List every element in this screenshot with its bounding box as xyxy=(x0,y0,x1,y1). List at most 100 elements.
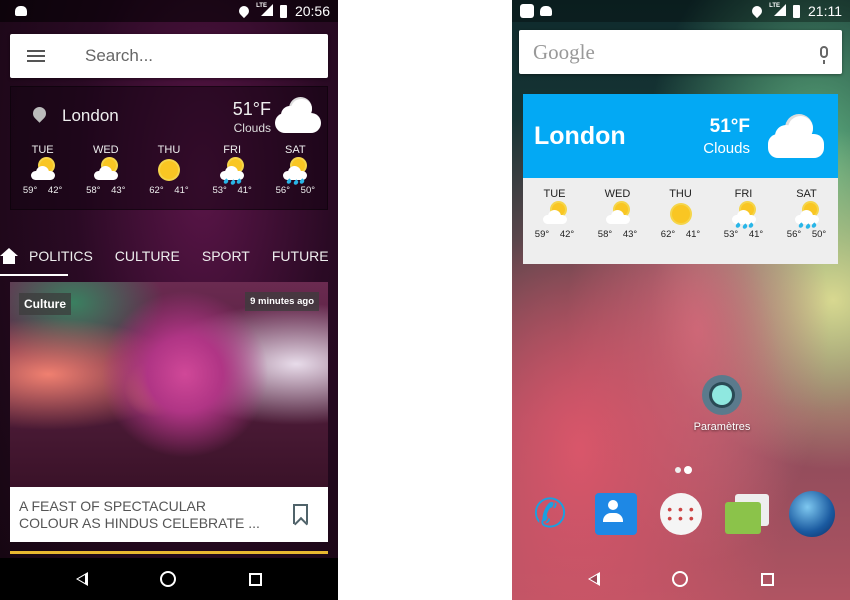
weather-condition: Clouds xyxy=(703,140,750,157)
weather-temperature: 51°F xyxy=(232,99,271,119)
high-temp: 59° xyxy=(534,229,550,240)
contacts-icon[interactable] xyxy=(594,493,637,535)
high-temp: 56° xyxy=(275,185,291,196)
weather-card[interactable]: London 51°F Clouds TUE 59° 42° WED 58° 43° T… xyxy=(10,86,328,210)
browser-globe-icon[interactable] xyxy=(789,491,835,537)
forecast-day: SAT 56° 50° xyxy=(266,144,324,196)
article-caption[interactable]: A FEAST OF SPECTACULAR COLOUR AS HINDUS … xyxy=(10,487,328,542)
partly-sunny-icon xyxy=(92,158,120,184)
back-icon[interactable] xyxy=(76,572,89,586)
messaging-icon[interactable] xyxy=(723,490,771,538)
menu-icon[interactable] xyxy=(27,50,45,62)
right-phone-screen: LTE 21:11 Google London 51°F Clouds TUE 5… xyxy=(512,0,850,600)
day-name: THU xyxy=(669,188,692,200)
app-settings[interactable]: Paramètres xyxy=(690,375,754,433)
low-temp: 42° xyxy=(47,185,63,196)
day-name: SAT xyxy=(796,188,817,200)
high-temp: 53° xyxy=(723,229,739,240)
day-temps: 53° 41° xyxy=(724,229,763,240)
tab-politics[interactable]: POLITICS xyxy=(29,248,93,264)
signal-icon: LTE xyxy=(769,3,786,19)
day-temps: 62° 41° xyxy=(149,185,188,196)
low-temp: 50° xyxy=(300,185,316,196)
weather-widget[interactable]: London 51°F Clouds TUE 59° 42° WED 58° 43° T… xyxy=(523,94,838,264)
forecast-day: WED 58° 43° xyxy=(77,144,135,196)
day-name: FRI xyxy=(734,188,753,200)
partly-sunny-icon xyxy=(541,202,569,228)
forecast-day: FRI 53° 41° xyxy=(203,144,261,196)
forecast-day: THU 62° 41° xyxy=(652,188,710,240)
sun-rain-icon xyxy=(730,202,758,230)
day-temps: 56° 50° xyxy=(276,185,315,196)
high-temp: 59° xyxy=(22,185,38,196)
recents-icon[interactable] xyxy=(248,572,262,586)
navigation-bar xyxy=(0,558,338,600)
search-bar xyxy=(10,34,328,78)
location-icon xyxy=(750,3,765,19)
sun-rain-icon xyxy=(793,202,821,230)
weather-temperature: 51°F xyxy=(709,116,750,137)
android-notification-icon xyxy=(540,6,552,16)
day-temps: 59° 42° xyxy=(535,229,574,240)
forecast-day: SAT 56° 50° xyxy=(778,188,836,240)
weather-city: London xyxy=(62,106,119,125)
day-temps: 53° 41° xyxy=(212,185,251,196)
sunny-icon xyxy=(667,202,695,228)
app-drawer-icon[interactable]: • • • • • • xyxy=(660,493,702,535)
day-temps: 59° 42° xyxy=(23,185,62,196)
low-temp: 50° xyxy=(811,229,827,240)
day-name: FRI xyxy=(223,144,242,156)
article-title[interactable]: A FEAST OF SPECTACULAR COLOUR AS HINDUS … xyxy=(19,498,269,532)
battery-icon xyxy=(793,4,800,18)
tab-home[interactable] xyxy=(0,248,18,264)
day-name: SAT xyxy=(285,144,306,156)
cloud-icon xyxy=(275,97,321,133)
google-search-bar[interactable]: Google xyxy=(519,30,842,74)
home-button-icon[interactable] xyxy=(672,571,689,587)
bookmark-icon[interactable] xyxy=(293,504,308,524)
high-temp: 58° xyxy=(597,229,613,240)
settings-icon xyxy=(702,375,742,415)
cloud-icon xyxy=(768,114,824,158)
day-temps: 58° 43° xyxy=(598,229,637,240)
app-label: Paramètres xyxy=(693,421,751,433)
partly-sunny-icon xyxy=(604,202,632,228)
high-temp: 56° xyxy=(786,229,802,240)
sunny-icon xyxy=(155,158,183,184)
low-temp: 41° xyxy=(685,229,701,240)
low-temp: 41° xyxy=(174,185,189,196)
high-temp: 62° xyxy=(660,229,676,240)
tab-future[interactable]: FUTURE xyxy=(272,248,329,264)
location-pin-icon xyxy=(30,104,49,123)
low-temp: 41° xyxy=(748,229,764,240)
low-temp: 43° xyxy=(622,229,638,240)
high-temp: 62° xyxy=(149,185,164,196)
article-image[interactable]: Culture 9 minutes ago xyxy=(10,282,328,487)
low-temp: 42° xyxy=(559,229,575,240)
recents-icon[interactable] xyxy=(760,572,774,586)
forecast-day: TUE 59° 42° xyxy=(14,144,72,196)
weather-city: London xyxy=(534,122,626,150)
day-temps: 56° 50° xyxy=(787,229,826,240)
status-bar: LTE 21:11 xyxy=(512,0,850,22)
sun-rain-icon xyxy=(218,158,246,186)
back-icon[interactable] xyxy=(588,572,601,586)
low-temp: 41° xyxy=(237,185,252,196)
page-indicator xyxy=(675,466,692,474)
microphone-icon[interactable] xyxy=(820,46,828,64)
day-temps: 62° 41° xyxy=(661,229,700,240)
home-button-icon[interactable] xyxy=(160,571,177,587)
dock: ✆ • • • • • • xyxy=(526,490,836,538)
clock: 20:56 xyxy=(294,3,330,19)
day-name: TUE xyxy=(31,144,54,156)
sun-rain-icon xyxy=(281,158,309,186)
tab-culture[interactable]: CULTURE xyxy=(115,248,180,264)
clock: 21:11 xyxy=(808,3,842,19)
phone-icon[interactable]: ✆ xyxy=(526,490,574,538)
search-input[interactable] xyxy=(85,46,305,66)
forecast-row: TUE 59° 42° WED 58° 43° THU 62° 41° FRI 53° 41°… xyxy=(11,144,327,196)
partly-sunny-icon xyxy=(29,158,57,184)
navigation-bar xyxy=(512,558,850,600)
android-notification-icon xyxy=(15,6,27,16)
tab-sport[interactable]: SPORT xyxy=(202,248,250,264)
